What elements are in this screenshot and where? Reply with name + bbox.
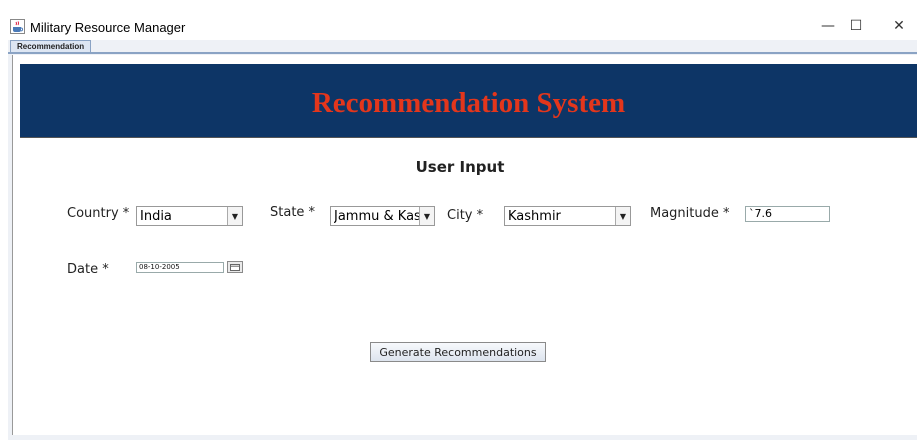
- header-divider: [20, 137, 917, 141]
- title-bar: Military Resource Manager — ☐ ✕: [0, 0, 917, 40]
- header-banner: Recommendation System: [20, 64, 917, 137]
- java-coffee-icon: [10, 19, 25, 34]
- page-title: Recommendation System: [311, 87, 626, 119]
- state-dropdown[interactable]: Jammu & Kashmir ▼: [330, 206, 435, 226]
- city-dropdown[interactable]: Kashmir ▼: [504, 206, 631, 226]
- generate-recommendations-button[interactable]: Generate Recommendations: [370, 342, 546, 362]
- section-title: User Input: [415, 158, 505, 176]
- country-value: India: [140, 209, 172, 224]
- chevron-down-icon[interactable]: ▼: [227, 207, 242, 225]
- date-label: Date *: [67, 262, 109, 277]
- country-label: Country *: [67, 206, 130, 221]
- magnitude-field[interactable]: `7.6: [745, 206, 830, 222]
- calendar-icon[interactable]: [227, 261, 243, 273]
- country-dropdown[interactable]: India ▼: [136, 206, 243, 226]
- close-button[interactable]: ✕: [889, 16, 909, 36]
- state-value: Jammu & Kashmir: [334, 209, 420, 224]
- chevron-down-icon[interactable]: ▼: [419, 207, 434, 225]
- state-label: State *: [270, 205, 316, 220]
- date-field[interactable]: 08-10-2005: [136, 262, 224, 273]
- city-value: Kashmir: [508, 209, 561, 224]
- tab-strip-border: [8, 52, 917, 54]
- minimize-button[interactable]: —: [818, 16, 838, 36]
- maximize-button[interactable]: ☐: [846, 16, 866, 36]
- chevron-down-icon[interactable]: ▼: [615, 207, 630, 225]
- city-label: City *: [447, 208, 484, 223]
- window-bottom-edge: [8, 435, 917, 440]
- window-title: Military Resource Manager: [30, 20, 186, 35]
- magnitude-label: Magnitude *: [650, 206, 730, 221]
